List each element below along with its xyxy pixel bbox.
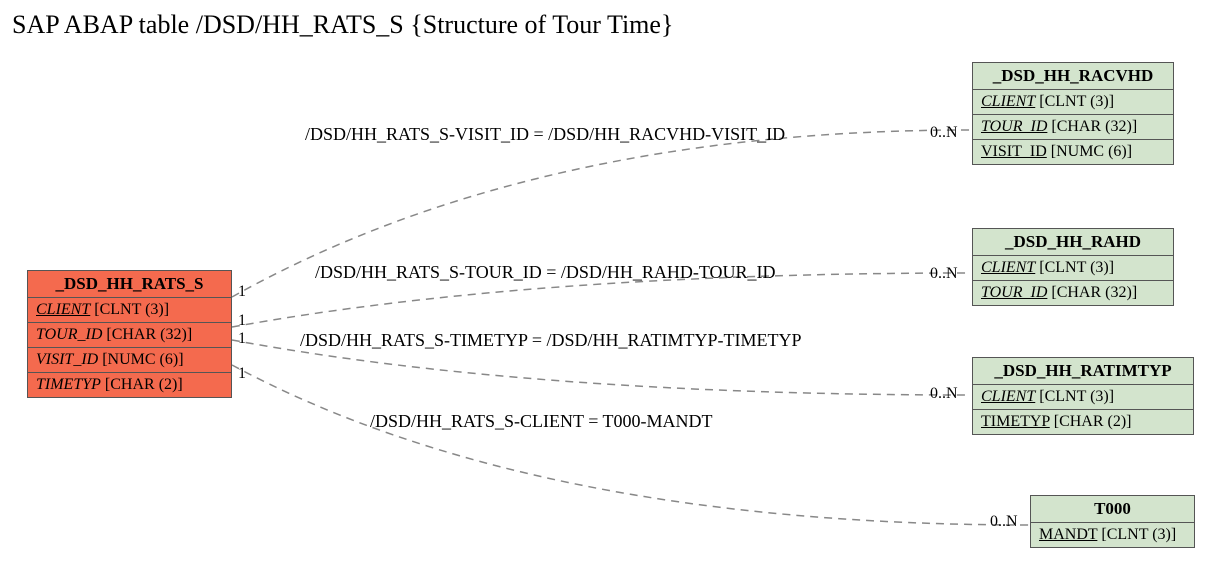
field-client: CLIENT [CLNT (3)] bbox=[973, 256, 1173, 281]
card-left-4: 1 bbox=[238, 365, 246, 383]
field-tour-id: TOUR_ID [CHAR (32)] bbox=[28, 323, 231, 348]
entity-racvhd-header: _DSD_HH_RACVHD bbox=[973, 63, 1173, 90]
card-right-3: 0..N bbox=[930, 385, 958, 403]
field-client: CLIENT [CLNT (3)] bbox=[973, 385, 1193, 410]
field-client: CLIENT [CLNT (3)] bbox=[28, 298, 231, 323]
entity-rahd: _DSD_HH_RAHD CLIENT [CLNT (3)] TOUR_ID [… bbox=[972, 228, 1174, 306]
field-tour-id: TOUR_ID [CHAR (32)] bbox=[973, 281, 1173, 305]
rel-label-tour-id: /DSD/HH_RATS_S-TOUR_ID = /DSD/HH_RAHD-TO… bbox=[315, 262, 776, 283]
field-client: CLIENT [CLNT (3)] bbox=[973, 90, 1173, 115]
card-left-2: 1 bbox=[238, 312, 246, 330]
field-timetyp: TIMETYP [CHAR (2)] bbox=[28, 373, 231, 397]
card-left-1: 1 bbox=[238, 283, 246, 301]
entity-rahd-header: _DSD_HH_RAHD bbox=[973, 229, 1173, 256]
entity-ratimtyp-header: _DSD_HH_RATIMTYP bbox=[973, 358, 1193, 385]
card-right-4: 0..N bbox=[990, 513, 1018, 531]
field-visit-id: VISIT_ID [NUMC (6)] bbox=[973, 140, 1173, 164]
entity-ratimtyp: _DSD_HH_RATIMTYP CLIENT [CLNT (3)] TIMET… bbox=[972, 357, 1194, 435]
card-left-3: 1 bbox=[238, 330, 246, 348]
card-right-1: 0..N bbox=[930, 124, 958, 142]
card-right-2: 0..N bbox=[930, 265, 958, 283]
entity-racvhd: _DSD_HH_RACVHD CLIENT [CLNT (3)] TOUR_ID… bbox=[972, 62, 1174, 165]
rel-label-timetyp: /DSD/HH_RATS_S-TIMETYP = /DSD/HH_RATIMTY… bbox=[300, 330, 802, 351]
field-timetyp: TIMETYP [CHAR (2)] bbox=[973, 410, 1193, 434]
rel-label-client: /DSD/HH_RATS_S-CLIENT = T000-MANDT bbox=[370, 411, 713, 432]
entity-t000: T000 MANDT [CLNT (3)] bbox=[1030, 495, 1195, 548]
entity-t000-header: T000 bbox=[1031, 496, 1194, 523]
field-tour-id: TOUR_ID [CHAR (32)] bbox=[973, 115, 1173, 140]
rel-label-visit-id: /DSD/HH_RATS_S-VISIT_ID = /DSD/HH_RACVHD… bbox=[305, 124, 785, 145]
entity-main: _DSD_HH_RATS_S CLIENT [CLNT (3)] TOUR_ID… bbox=[27, 270, 232, 398]
field-visit-id: VISIT_ID [NUMC (6)] bbox=[28, 348, 231, 373]
field-mandt: MANDT [CLNT (3)] bbox=[1031, 523, 1194, 547]
diagram-title: SAP ABAP table /DSD/HH_RATS_S {Structure… bbox=[12, 10, 673, 40]
entity-main-header: _DSD_HH_RATS_S bbox=[28, 271, 231, 298]
